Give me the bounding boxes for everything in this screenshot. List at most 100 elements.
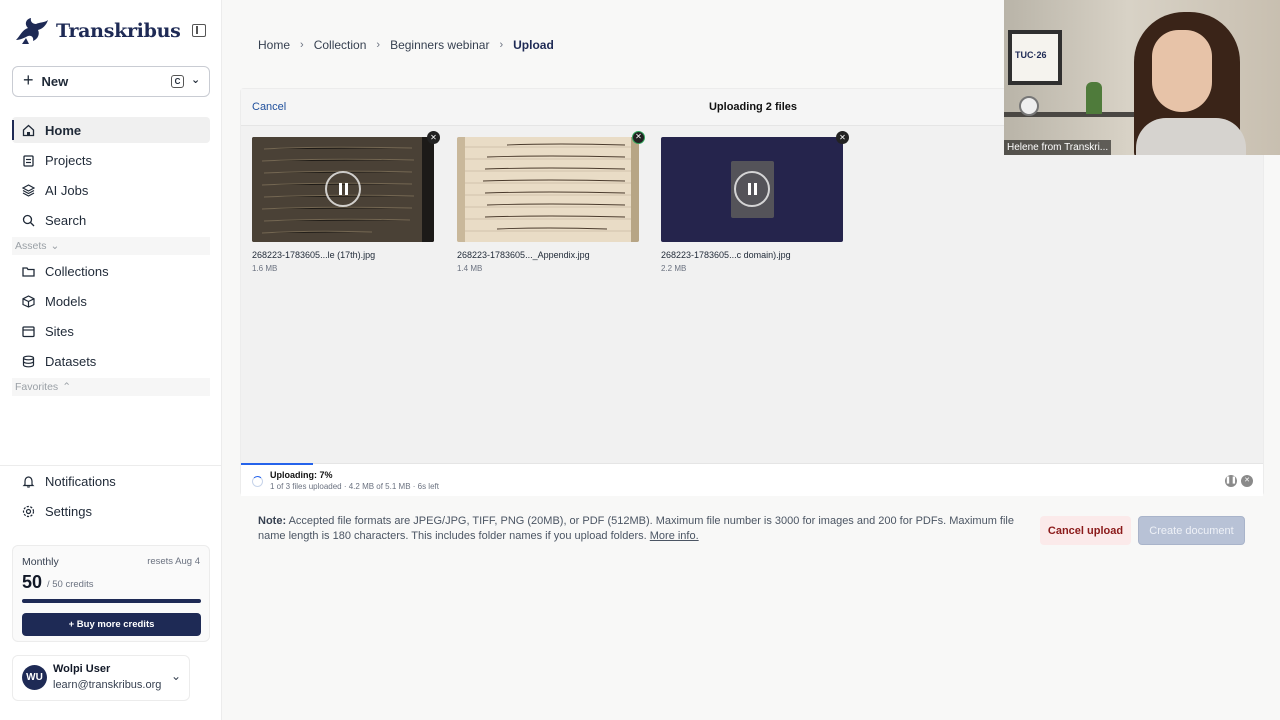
- search-icon: [22, 214, 35, 227]
- new-button[interactable]: + New C ⌄: [12, 66, 210, 97]
- clock-icon: [1019, 96, 1039, 116]
- favorites-section-toggle[interactable]: Favorites ⌃: [12, 378, 210, 396]
- credits-panel: Monthly resets Aug 4 50 / 50 credits + B…: [12, 545, 210, 642]
- shortcut-key: C: [171, 75, 184, 88]
- database-icon: [22, 355, 35, 368]
- layers-icon: [22, 183, 35, 197]
- sidebar-item-label: Datasets: [45, 353, 97, 369]
- breadcrumb-collection[interactable]: Collection: [314, 38, 367, 52]
- upload-status-detail: 1 of 3 files uploaded · 4.2 MB of 5.1 MB…: [270, 482, 439, 491]
- file-thumbnail: [457, 137, 639, 242]
- assets-section-label: Assets: [15, 240, 47, 252]
- chevron-down-icon: ⌄: [50, 240, 60, 252]
- cancel-upload-button[interactable]: Cancel upload: [1040, 516, 1131, 545]
- upload-status-title: Uploading: 7%: [270, 470, 333, 480]
- sidebar-item-label: Projects: [45, 152, 92, 168]
- sidebar-item-models[interactable]: Models: [12, 288, 210, 314]
- file-size: 2.2 MB: [661, 264, 687, 273]
- upload-status-bar: Uploading: 7% 1 of 3 files uploaded · 4.…: [241, 463, 1263, 496]
- breadcrumb-collection-name[interactable]: Beginners webinar: [390, 38, 489, 52]
- sidebar-item-projects[interactable]: Projects: [12, 147, 210, 173]
- sidebar-item-label: Models: [45, 293, 87, 309]
- sidebar-item-settings[interactable]: Settings: [12, 498, 210, 524]
- user-name: Wolpi User: [53, 663, 111, 675]
- presenter-body: [1136, 118, 1246, 155]
- sidebar-item-collections[interactable]: Collections: [12, 258, 210, 284]
- upload-progress-fill: [241, 463, 313, 465]
- chevron-right-icon: ›: [499, 39, 504, 51]
- remove-file-icon[interactable]: ✕: [632, 131, 645, 144]
- credits-period: Monthly: [22, 556, 59, 568]
- bell-icon: [22, 475, 35, 488]
- sidebar-item-notifications[interactable]: Notifications: [12, 468, 210, 494]
- manuscript-image: [457, 137, 639, 242]
- file-card[interactable]: ✕ 268223-1783605...le (17th).jpg 1.6 MB: [252, 131, 440, 273]
- chevron-down-icon[interactable]: ⌄: [191, 73, 200, 86]
- file-name: 268223-1783605...le (17th).jpg: [252, 250, 376, 260]
- chevron-up-icon: ⌃: [62, 381, 71, 393]
- sidebar: Transkribus + New C ⌄ Home Projects AI J…: [0, 0, 222, 720]
- sidebar-item-label: Home: [45, 122, 82, 138]
- credits-total: / 50 credits: [47, 579, 94, 590]
- file-size: 1.4 MB: [457, 264, 483, 273]
- remove-file-icon[interactable]: ✕: [836, 131, 849, 144]
- avatar: WU: [22, 665, 47, 690]
- favorites-section-label: Favorites: [15, 381, 59, 393]
- chevron-right-icon: ›: [376, 39, 381, 51]
- chevron-down-icon[interactable]: ⌄: [171, 669, 181, 683]
- breadcrumb-current: Upload: [513, 38, 554, 52]
- browser-window-icon: [22, 325, 35, 338]
- note-label: Note:: [258, 515, 287, 527]
- sidebar-item-label: Sites: [45, 323, 74, 339]
- chevron-right-icon: ›: [300, 39, 304, 51]
- sidebar-item-label: Settings: [45, 503, 92, 519]
- buy-credits-button[interactable]: + Buy more credits: [22, 613, 201, 636]
- plant-icon: [1086, 82, 1102, 114]
- file-thumbnail: [252, 137, 434, 242]
- sidebar-item-sites[interactable]: Sites: [12, 318, 210, 344]
- pause-icon[interactable]: [734, 171, 770, 207]
- griffin-logo-icon: [16, 18, 48, 44]
- sidebar-collapse-icon[interactable]: [192, 24, 206, 37]
- sidebar-item-home[interactable]: Home: [12, 117, 210, 143]
- logo[interactable]: Transkribus: [14, 16, 181, 46]
- breadcrumb: Home › Collection › Beginners webinar › …: [258, 38, 554, 52]
- user-email: learn@transkribus.org: [53, 679, 162, 691]
- breadcrumb-home[interactable]: Home: [258, 38, 290, 52]
- create-document-button[interactable]: Create document: [1138, 516, 1245, 545]
- presenter-face: [1152, 30, 1212, 112]
- credits-remaining: 50: [22, 572, 43, 592]
- sidebar-item-search[interactable]: Search: [12, 207, 210, 233]
- sidebar-item-label: Collections: [45, 263, 109, 279]
- sidebar-item-label: Search: [45, 212, 87, 228]
- pause-icon[interactable]: [325, 171, 361, 207]
- file-thumbnail: [661, 137, 843, 242]
- assets-section-toggle[interactable]: Assets ⌄: [12, 237, 210, 255]
- video-participant-label: Helene from Transkri...: [1004, 140, 1112, 155]
- new-button-label: New: [41, 74, 69, 89]
- brand-name: Transkribus: [56, 20, 181, 42]
- cancel-all-icon[interactable]: ✕: [1241, 475, 1253, 487]
- plus-icon: +: [23, 70, 34, 90]
- folder-icon: [22, 265, 35, 278]
- file-size: 1.6 MB: [252, 264, 278, 273]
- home-icon: [22, 124, 35, 137]
- note-text: Accepted file formats are JPEG/JPG, TIFF…: [258, 515, 1014, 542]
- remove-file-icon[interactable]: ✕: [427, 131, 440, 144]
- sidebar-item-datasets[interactable]: Datasets: [12, 348, 210, 374]
- poster-text: TUC·26: [1015, 50, 1047, 60]
- sidebar-item-ai-jobs[interactable]: AI Jobs: [12, 177, 210, 203]
- credits-progress-bar: [22, 599, 201, 603]
- user-menu[interactable]: WU Wolpi User learn@transkribus.org ⌄: [12, 655, 190, 701]
- file-card[interactable]: ✕ 268223-1783605...c domain).jpg 2.2 MB: [661, 131, 849, 273]
- pause-all-icon[interactable]: ❚❚: [1225, 475, 1237, 487]
- file-name: 268223-1783605...c domain).jpg: [661, 250, 791, 260]
- upload-note: Note: Accepted file formats are JPEG/JPG…: [258, 514, 1018, 544]
- file-card[interactable]: ✕ 268223-1783605..._Appendix.jpg 1.4 MB: [457, 131, 645, 273]
- loading-spinner-icon: [252, 476, 263, 487]
- wall-poster: TUC·26: [1008, 30, 1062, 85]
- credits-progress-fill: [22, 599, 201, 603]
- clipboard-icon: [22, 154, 35, 167]
- more-info-link[interactable]: More info.: [650, 530, 699, 542]
- video-call-overlay[interactable]: TUC·26 Helene from Transkri...: [1004, 0, 1280, 155]
